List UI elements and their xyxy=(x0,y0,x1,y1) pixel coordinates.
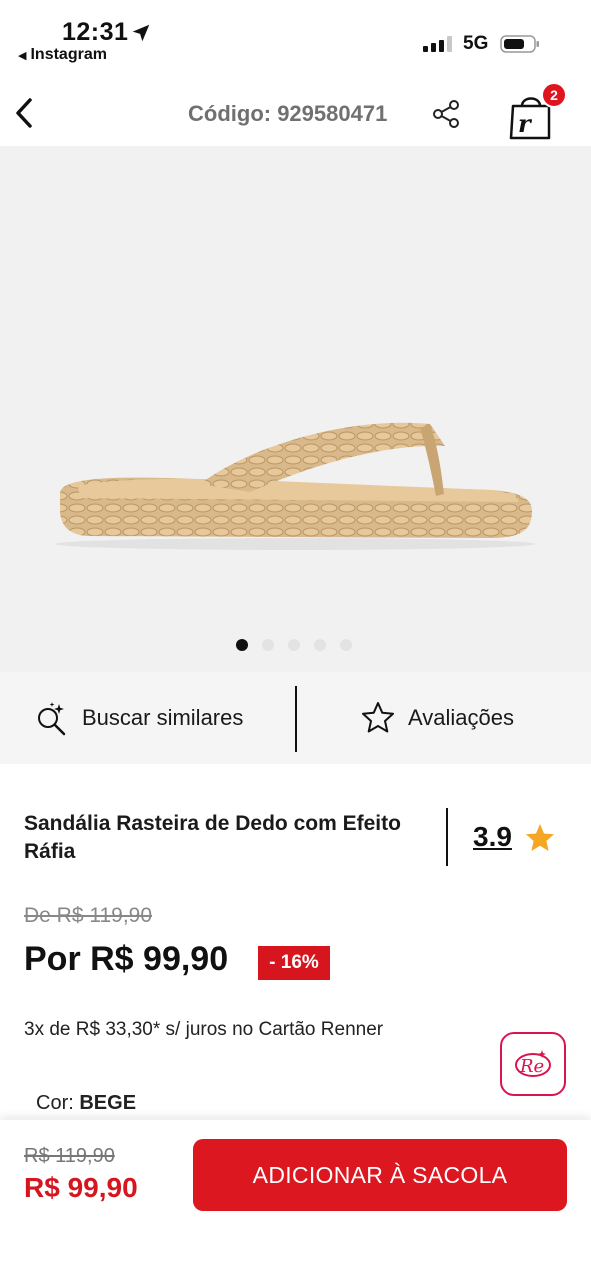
product-rating[interactable]: 3.9 xyxy=(473,821,512,853)
status-bar: 12:31 ◀ Instagram 5G xyxy=(0,0,591,72)
color-label: Cor: xyxy=(36,1092,74,1114)
pagination-dot[interactable] xyxy=(288,639,300,651)
installments-info: 3x de R$ 33,30* s/ juros no Cartão Renne… xyxy=(24,1019,384,1040)
current-price: Por R$ 99,90 xyxy=(24,940,229,978)
discount-badge: - 16% xyxy=(258,946,330,980)
share-icon[interactable] xyxy=(430,98,462,130)
reviews-button[interactable]: Avaliações xyxy=(360,672,514,764)
product-gallery[interactable] xyxy=(0,146,591,672)
location-arrow-icon xyxy=(132,24,150,42)
sandal-product-image xyxy=(55,422,535,550)
product-header: Código: 929580471 r xyxy=(0,80,591,146)
back-arrow-icon[interactable] xyxy=(10,94,40,132)
cart-count-badge: 2 xyxy=(541,82,567,108)
renner-card-button[interactable]: Re xyxy=(500,1032,566,1096)
star-outline-icon xyxy=(362,702,394,733)
pagination-dot[interactable] xyxy=(314,639,326,651)
bottom-old-price: R$ 119,90 xyxy=(24,1145,115,1167)
magic-search-icon xyxy=(38,702,66,736)
pagination-dot[interactable] xyxy=(340,639,352,651)
product-info: Sandália Rasteira de Dedo com Efeito Ráf… xyxy=(0,764,591,1120)
actions-divider xyxy=(295,686,297,752)
add-to-bag-button[interactable]: ADICIONAR À SACOLA xyxy=(193,1139,567,1211)
back-to-app-link[interactable]: ◀ Instagram xyxy=(18,46,107,64)
old-price: De R$ 119,90 xyxy=(24,904,153,927)
star-filled-icon xyxy=(526,824,554,851)
svg-text:Re: Re xyxy=(519,1056,544,1077)
back-triangle-icon: ◀ xyxy=(18,50,27,62)
battery-icon xyxy=(500,35,539,53)
color-selection: Cor: BEGE xyxy=(36,1092,136,1115)
title-rating-divider xyxy=(446,808,448,866)
back-app-label: Instagram xyxy=(30,46,107,63)
purchase-bar: R$ 119,90 R$ 99,90 ADICIONAR À SACOLA xyxy=(0,1120,591,1280)
reviews-label: Avaliações xyxy=(408,705,514,730)
gallery-pagination[interactable] xyxy=(236,639,352,651)
product-actions-bar: Buscar similares Avaliações xyxy=(0,672,591,764)
search-similar-label: Buscar similares xyxy=(82,705,244,730)
network-type: 5G xyxy=(463,33,489,54)
signal-icon xyxy=(423,36,453,52)
product-title: Sandália Rasteira de Dedo com Efeito Ráf… xyxy=(24,812,401,863)
product-code: Código: 929580471 xyxy=(188,101,388,126)
bottom-current-price: R$ 99,90 xyxy=(24,1172,138,1203)
color-value: BEGE xyxy=(79,1092,137,1114)
pagination-dot[interactable] xyxy=(262,639,274,651)
svg-text:r: r xyxy=(518,109,533,138)
pagination-dot-active[interactable] xyxy=(236,639,248,651)
clock: 12:31 xyxy=(62,18,129,46)
renner-re-icon: Re xyxy=(515,1050,551,1077)
search-similar-button[interactable]: Buscar similares xyxy=(34,672,243,764)
